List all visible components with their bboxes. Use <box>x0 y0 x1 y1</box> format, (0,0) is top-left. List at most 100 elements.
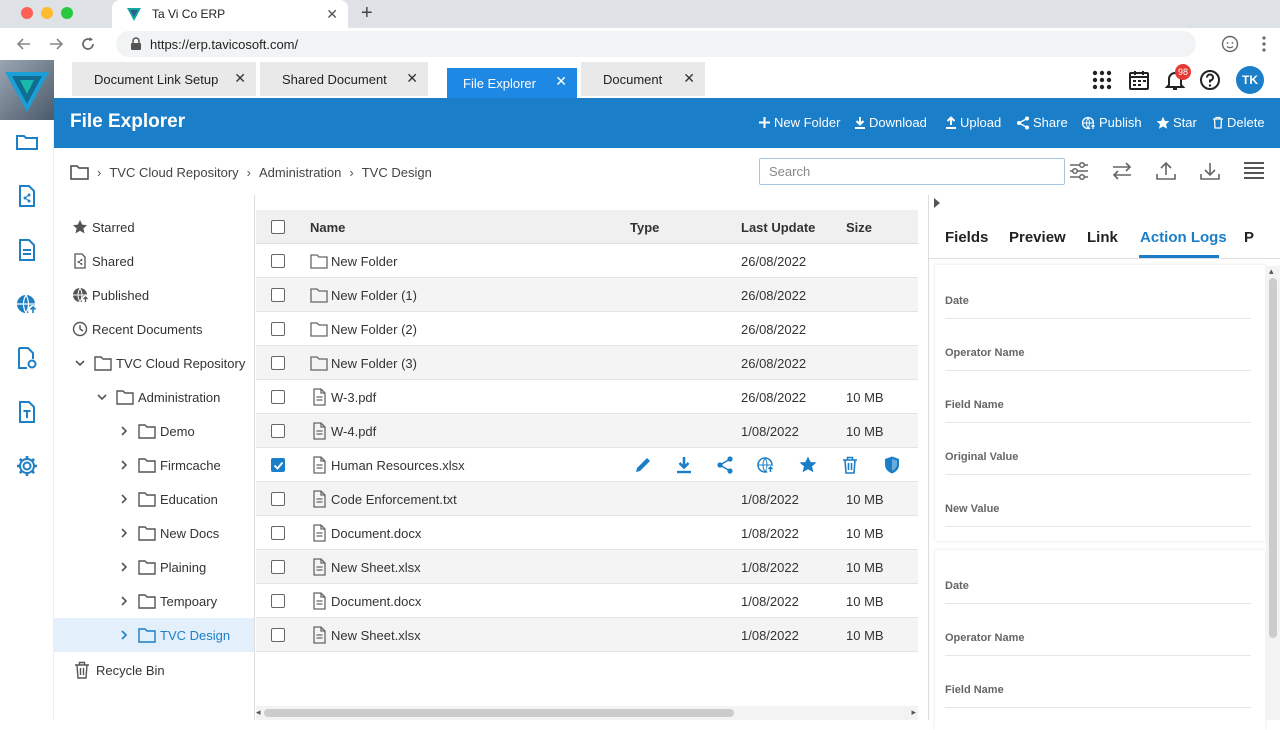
forward-arrow-icon[interactable] <box>46 34 66 54</box>
row-checkbox[interactable] <box>271 492 285 506</box>
table-row[interactable]: New Folder (1) 26/08/2022 <box>256 278 918 312</box>
row-checkbox[interactable] <box>271 254 285 268</box>
chevron-right-icon[interactable] <box>118 561 130 573</box>
tree-node-administration[interactable]: Administration <box>54 380 254 414</box>
delete-button[interactable]: Delete <box>1212 115 1265 130</box>
column-header-name[interactable]: Name <box>310 220 345 235</box>
scroll-up-icon[interactable]: ▴ <box>1269 266 1274 277</box>
tab-overflow[interactable]: P <box>1244 229 1254 246</box>
chevron-right-icon[interactable] <box>118 425 130 437</box>
tree-node-folder[interactable]: Education <box>54 482 254 516</box>
chevron-right-icon[interactable] <box>118 527 130 539</box>
column-header-type[interactable]: Type <box>630 220 659 235</box>
sidebar-item-recycle-bin[interactable]: Recycle Bin <box>54 653 254 687</box>
table-row[interactable]: New Sheet.xlsx 1/08/2022 10 MB <box>256 618 918 652</box>
download-button[interactable]: Download <box>854 115 927 130</box>
chevron-right-icon[interactable] <box>118 595 130 607</box>
row-checkbox[interactable] <box>271 526 285 540</box>
cell-name[interactable]: Document.docx <box>331 526 421 541</box>
sidebar-item-shared[interactable]: Shared <box>54 244 254 278</box>
row-checkbox[interactable] <box>271 594 285 608</box>
trash-icon[interactable] <box>840 455 860 475</box>
cell-name[interactable]: W-4.pdf <box>331 424 376 439</box>
cell-name[interactable]: New Sheet.xlsx <box>331 560 421 575</box>
tab-document-link-setup[interactable]: Document Link Setup ✕ <box>72 62 256 96</box>
reload-icon[interactable] <box>78 34 98 54</box>
table-row[interactable]: New Folder (2) 26/08/2022 <box>256 312 918 346</box>
row-checkbox[interactable] <box>271 288 285 302</box>
share-button[interactable]: Share <box>1016 115 1068 130</box>
breadcrumb-item[interactable]: Administration <box>259 165 341 180</box>
filter-sliders-icon[interactable] <box>1068 160 1090 182</box>
table-row[interactable]: Document.docx 1/08/2022 10 MB <box>256 584 918 618</box>
app-logo[interactable] <box>0 60 54 120</box>
cell-name[interactable]: New Folder (1) <box>331 288 417 303</box>
calendar-icon[interactable] <box>1128 69 1150 91</box>
folder-icon[interactable] <box>15 130 39 154</box>
tab-action-logs[interactable]: Action Logs <box>1140 229 1227 246</box>
row-checkbox[interactable] <box>271 560 285 574</box>
horizontal-scrollbar[interactable]: ◂ ▸ <box>256 706 918 720</box>
breadcrumb-item[interactable]: TVC Cloud Repository <box>109 165 238 180</box>
chevron-right-icon[interactable] <box>118 493 130 505</box>
breadcrumb-item[interactable]: TVC Design <box>362 165 432 180</box>
tab-preview[interactable]: Preview <box>1009 229 1066 246</box>
publish-globe-icon[interactable] <box>756 455 776 475</box>
chevron-down-icon[interactable] <box>74 357 86 369</box>
shared-document-icon[interactable] <box>15 184 39 208</box>
sidebar-item-published[interactable]: Published <box>54 278 254 312</box>
gear-icon[interactable] <box>15 454 39 478</box>
publish-button[interactable]: Publish <box>1082 115 1142 130</box>
browser-menu-icon[interactable] <box>1254 34 1274 54</box>
column-header-size[interactable]: Size <box>846 220 872 235</box>
tree-node-folder[interactable]: Tempoary <box>54 584 254 618</box>
vertical-scrollbar[interactable]: ▴ <box>1266 266 1280 720</box>
chevron-right-icon[interactable] <box>118 459 130 471</box>
close-window-button[interactable] <box>21 7 33 19</box>
cell-name[interactable]: Code Enforcement.txt <box>331 492 457 507</box>
sidebar-item-starred[interactable]: Starred <box>54 210 254 244</box>
address-bar[interactable]: https://erp.tavicosoft.com/ <box>116 31 1196 57</box>
minimize-window-button[interactable] <box>41 7 53 19</box>
transfer-icon[interactable] <box>1111 160 1133 182</box>
sidebar-item-recent-documents[interactable]: Recent Documents <box>54 312 254 346</box>
row-checkbox[interactable] <box>271 458 285 472</box>
publish-globe-icon[interactable] <box>15 292 39 316</box>
tab-fields[interactable]: Fields <box>945 229 988 246</box>
cell-name[interactable]: New Folder <box>331 254 397 269</box>
tab-document[interactable]: Document ✕ <box>581 62 705 96</box>
back-arrow-icon[interactable] <box>14 34 34 54</box>
tab-link[interactable]: Link <box>1087 229 1118 246</box>
scroll-left-icon[interactable]: ◂ <box>256 707 261 718</box>
profile-icon[interactable] <box>1220 34 1240 54</box>
browser-tab[interactable]: Ta Vi Co ERP ✕ <box>112 0 348 28</box>
upload-icon[interactable] <box>1155 160 1177 182</box>
table-row[interactable]: New Folder 26/08/2022 <box>256 244 918 278</box>
cell-name[interactable]: W-3.pdf <box>331 390 376 405</box>
cell-name[interactable]: New Folder (3) <box>331 356 417 371</box>
table-row[interactable]: Code Enforcement.txt 1/08/2022 10 MB <box>256 482 918 516</box>
scroll-right-icon[interactable]: ▸ <box>911 707 916 718</box>
help-icon[interactable] <box>1199 69 1221 91</box>
new-tab-button[interactable]: + <box>361 2 373 25</box>
table-row[interactable]: New Folder (3) 26/08/2022 <box>256 346 918 380</box>
maximize-window-button[interactable] <box>61 7 73 19</box>
download-icon[interactable] <box>1199 160 1221 182</box>
cell-name[interactable]: Human Resources.xlsx <box>331 458 465 473</box>
select-all-checkbox[interactable] <box>271 220 285 234</box>
tree-node-folder[interactable]: TVC Design <box>54 618 254 652</box>
shield-icon[interactable] <box>882 455 902 475</box>
scroll-thumb[interactable] <box>264 709 734 717</box>
share-icon[interactable] <box>715 455 735 475</box>
tree-node-folder[interactable]: New Docs <box>54 516 254 550</box>
folder-icon[interactable] <box>70 164 89 180</box>
star-button[interactable]: Star <box>1156 115 1197 130</box>
cell-name[interactable]: New Folder (2) <box>331 322 417 337</box>
chevron-down-icon[interactable] <box>96 391 108 403</box>
close-tab-icon[interactable]: ✕ <box>683 70 695 87</box>
cell-name[interactable]: Document.docx <box>331 594 421 609</box>
tree-node-tvc-cloud-repository[interactable]: TVC Cloud Repository <box>54 346 254 380</box>
hamburger-menu-icon[interactable] <box>1243 160 1265 182</box>
row-checkbox[interactable] <box>271 322 285 336</box>
tree-node-folder[interactable]: Demo <box>54 414 254 448</box>
